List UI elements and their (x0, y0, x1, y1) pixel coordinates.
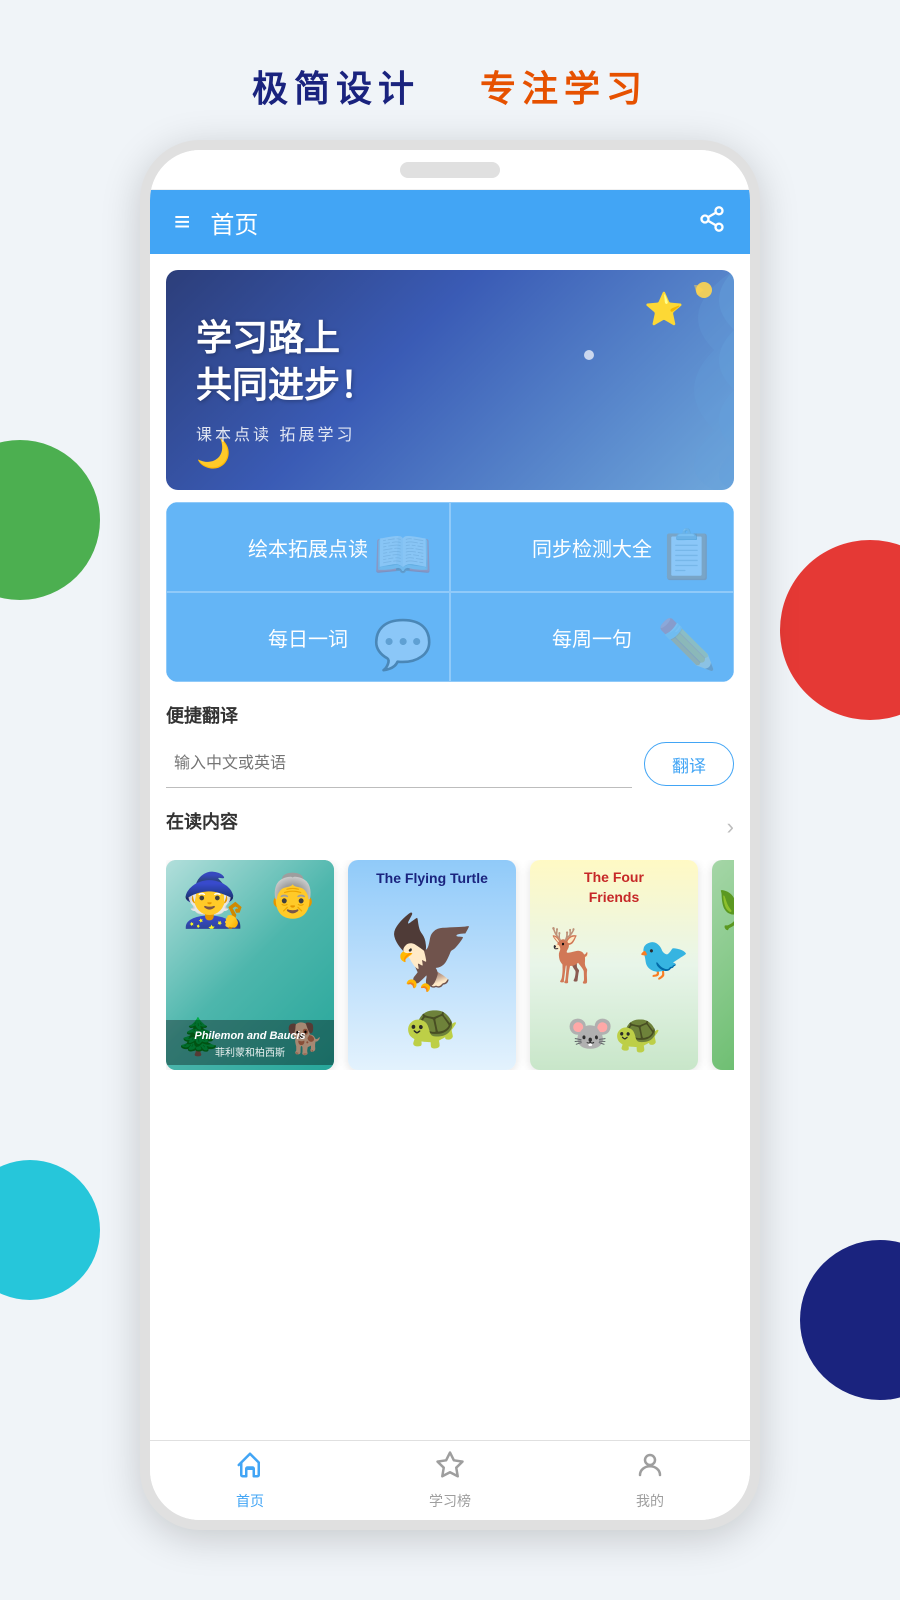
daily-word-btn[interactable]: 每日一词 💬 (166, 592, 450, 682)
book3-bottom-animals: 🐭🐢 (567, 1012, 662, 1056)
sentence-icon: ✏️ (657, 616, 717, 673)
bg-circle-teal (0, 1160, 100, 1300)
nav-home[interactable]: 首页 (200, 1450, 300, 1511)
book3-title-area: The Four Friends (530, 868, 698, 907)
banner[interactable]: 学习路上 共同进步！ 课本点读 拓展学习 🌙 ⭐ (166, 270, 734, 490)
book2-title: The Flying Turtle (376, 870, 488, 886)
book3-cover: The Four Friends 🦌 🐦 🐭🐢 (530, 860, 698, 1070)
book3-title: The Four Friends (584, 869, 644, 905)
book1-title-en: Philemon and Baucis (194, 1030, 305, 1042)
book1-figures: 🧙 (181, 875, 246, 927)
star-icon: ⭐ (644, 290, 684, 328)
reading-section: 在读内容 › 🧙 👵 🌲 🐕 Philemon and Baucis 菲利蒙和柏… (166, 808, 734, 1070)
book4-icon: 🌿 (717, 880, 734, 932)
book-card-philemon[interactable]: 🧙 👵 🌲 🐕 Philemon and Baucis 菲利蒙和柏西斯 (166, 860, 334, 1070)
top-tagline: 极简设计 专注学习 (0, 60, 900, 112)
phone-shell: ≡ 首页 学习路上 共同进步！ 课本点读 拓展学习 🌙 ⭐ (140, 140, 760, 1530)
nav-rank[interactable]: 学习榜 (400, 1450, 500, 1511)
home-nav-icon (235, 1450, 265, 1487)
book1-title-zh: 菲利蒙和柏西斯 (170, 1044, 330, 1059)
word-icon: 💬 (373, 616, 433, 673)
translate-input[interactable] (166, 740, 632, 788)
rank-nav-label: 学习榜 (429, 1491, 471, 1511)
book2-eagle-icon: 🦅 (387, 910, 477, 995)
tagline-left: 极简设计 (252, 60, 420, 112)
book4-cover: 🌿 (712, 860, 734, 1070)
reading-header: 在读内容 › (166, 808, 734, 846)
more-icon[interactable]: › (727, 814, 734, 840)
book-card-flying-turtle[interactable]: The Flying Turtle 🦅 🐢 (348, 860, 516, 1070)
page-title: 首页 (210, 205, 698, 240)
rank-nav-icon (435, 1450, 465, 1487)
menu-icon[interactable]: ≡ (174, 206, 190, 238)
weekly-sentence-btn[interactable]: 每周一句 ✏️ (450, 592, 734, 682)
share-icon[interactable] (698, 205, 726, 240)
book1-label-area: Philemon and Baucis 菲利蒙和柏西斯 (166, 1020, 334, 1065)
phone-top-bar (150, 150, 750, 190)
banner-wave-svg (534, 270, 734, 490)
book1-figure2: 👵 (267, 875, 319, 917)
banner-line1: 学习路上 共同进步！ (196, 315, 376, 409)
nav-mine[interactable]: 我的 (600, 1450, 700, 1511)
book-card-four-friends[interactable]: The Four Friends 🦌 🐦 🐭🐢 (530, 860, 698, 1070)
test-icon: 📋 (657, 526, 717, 583)
bg-circle-red (780, 540, 900, 720)
book3-crow-icon: 🐦 (638, 935, 690, 984)
picturebook-btn[interactable]: 绘本拓展点读 📖 (166, 502, 450, 592)
feature-grid: 绘本拓展点读 📖 同步检测大全 📋 每日一词 💬 每周一句 ✏️ (166, 502, 734, 682)
book3-deer-icon: 🦌 (540, 925, 605, 986)
mine-nav-label: 我的 (636, 1491, 664, 1511)
reading-title: 在读内容 (166, 808, 238, 834)
translate-section: 便捷翻译 翻译 (166, 702, 734, 788)
bottom-nav: 首页 学习榜 我的 (150, 1440, 750, 1520)
tagline-right: 专注学习 (480, 60, 648, 112)
translate-title: 便捷翻译 (166, 702, 734, 728)
home-nav-label: 首页 (236, 1491, 264, 1511)
translate-row: 翻译 (166, 740, 734, 788)
book1-cover: 🧙 👵 🌲 🐕 Philemon and Baucis 菲利蒙和柏西斯 (166, 860, 334, 1070)
book2-turtle-icon: 🐢 (405, 1000, 460, 1052)
book2-cover: The Flying Turtle 🦅 🐢 (348, 860, 516, 1070)
sync-test-btn[interactable]: 同步检测大全 📋 (450, 502, 734, 592)
book-icon: 📖 (373, 526, 433, 583)
banner-subtext: 课本点读 拓展学习 (196, 421, 376, 445)
book2-title-area: The Flying Turtle (348, 870, 516, 888)
books-row: 🧙 👵 🌲 🐕 Philemon and Baucis 菲利蒙和柏西斯 The … (166, 860, 734, 1070)
translate-button[interactable]: 翻译 (644, 742, 734, 786)
book-card-partial[interactable]: 🌿 (712, 860, 734, 1070)
mine-nav-icon (635, 1450, 665, 1487)
app-header: ≡ 首页 (150, 190, 750, 254)
banner-text: 学习路上 共同进步！ 课本点读 拓展学习 (196, 315, 376, 445)
bg-circle-navy (800, 1240, 900, 1400)
bg-circle-green (0, 440, 100, 600)
phone-notch (400, 162, 500, 178)
